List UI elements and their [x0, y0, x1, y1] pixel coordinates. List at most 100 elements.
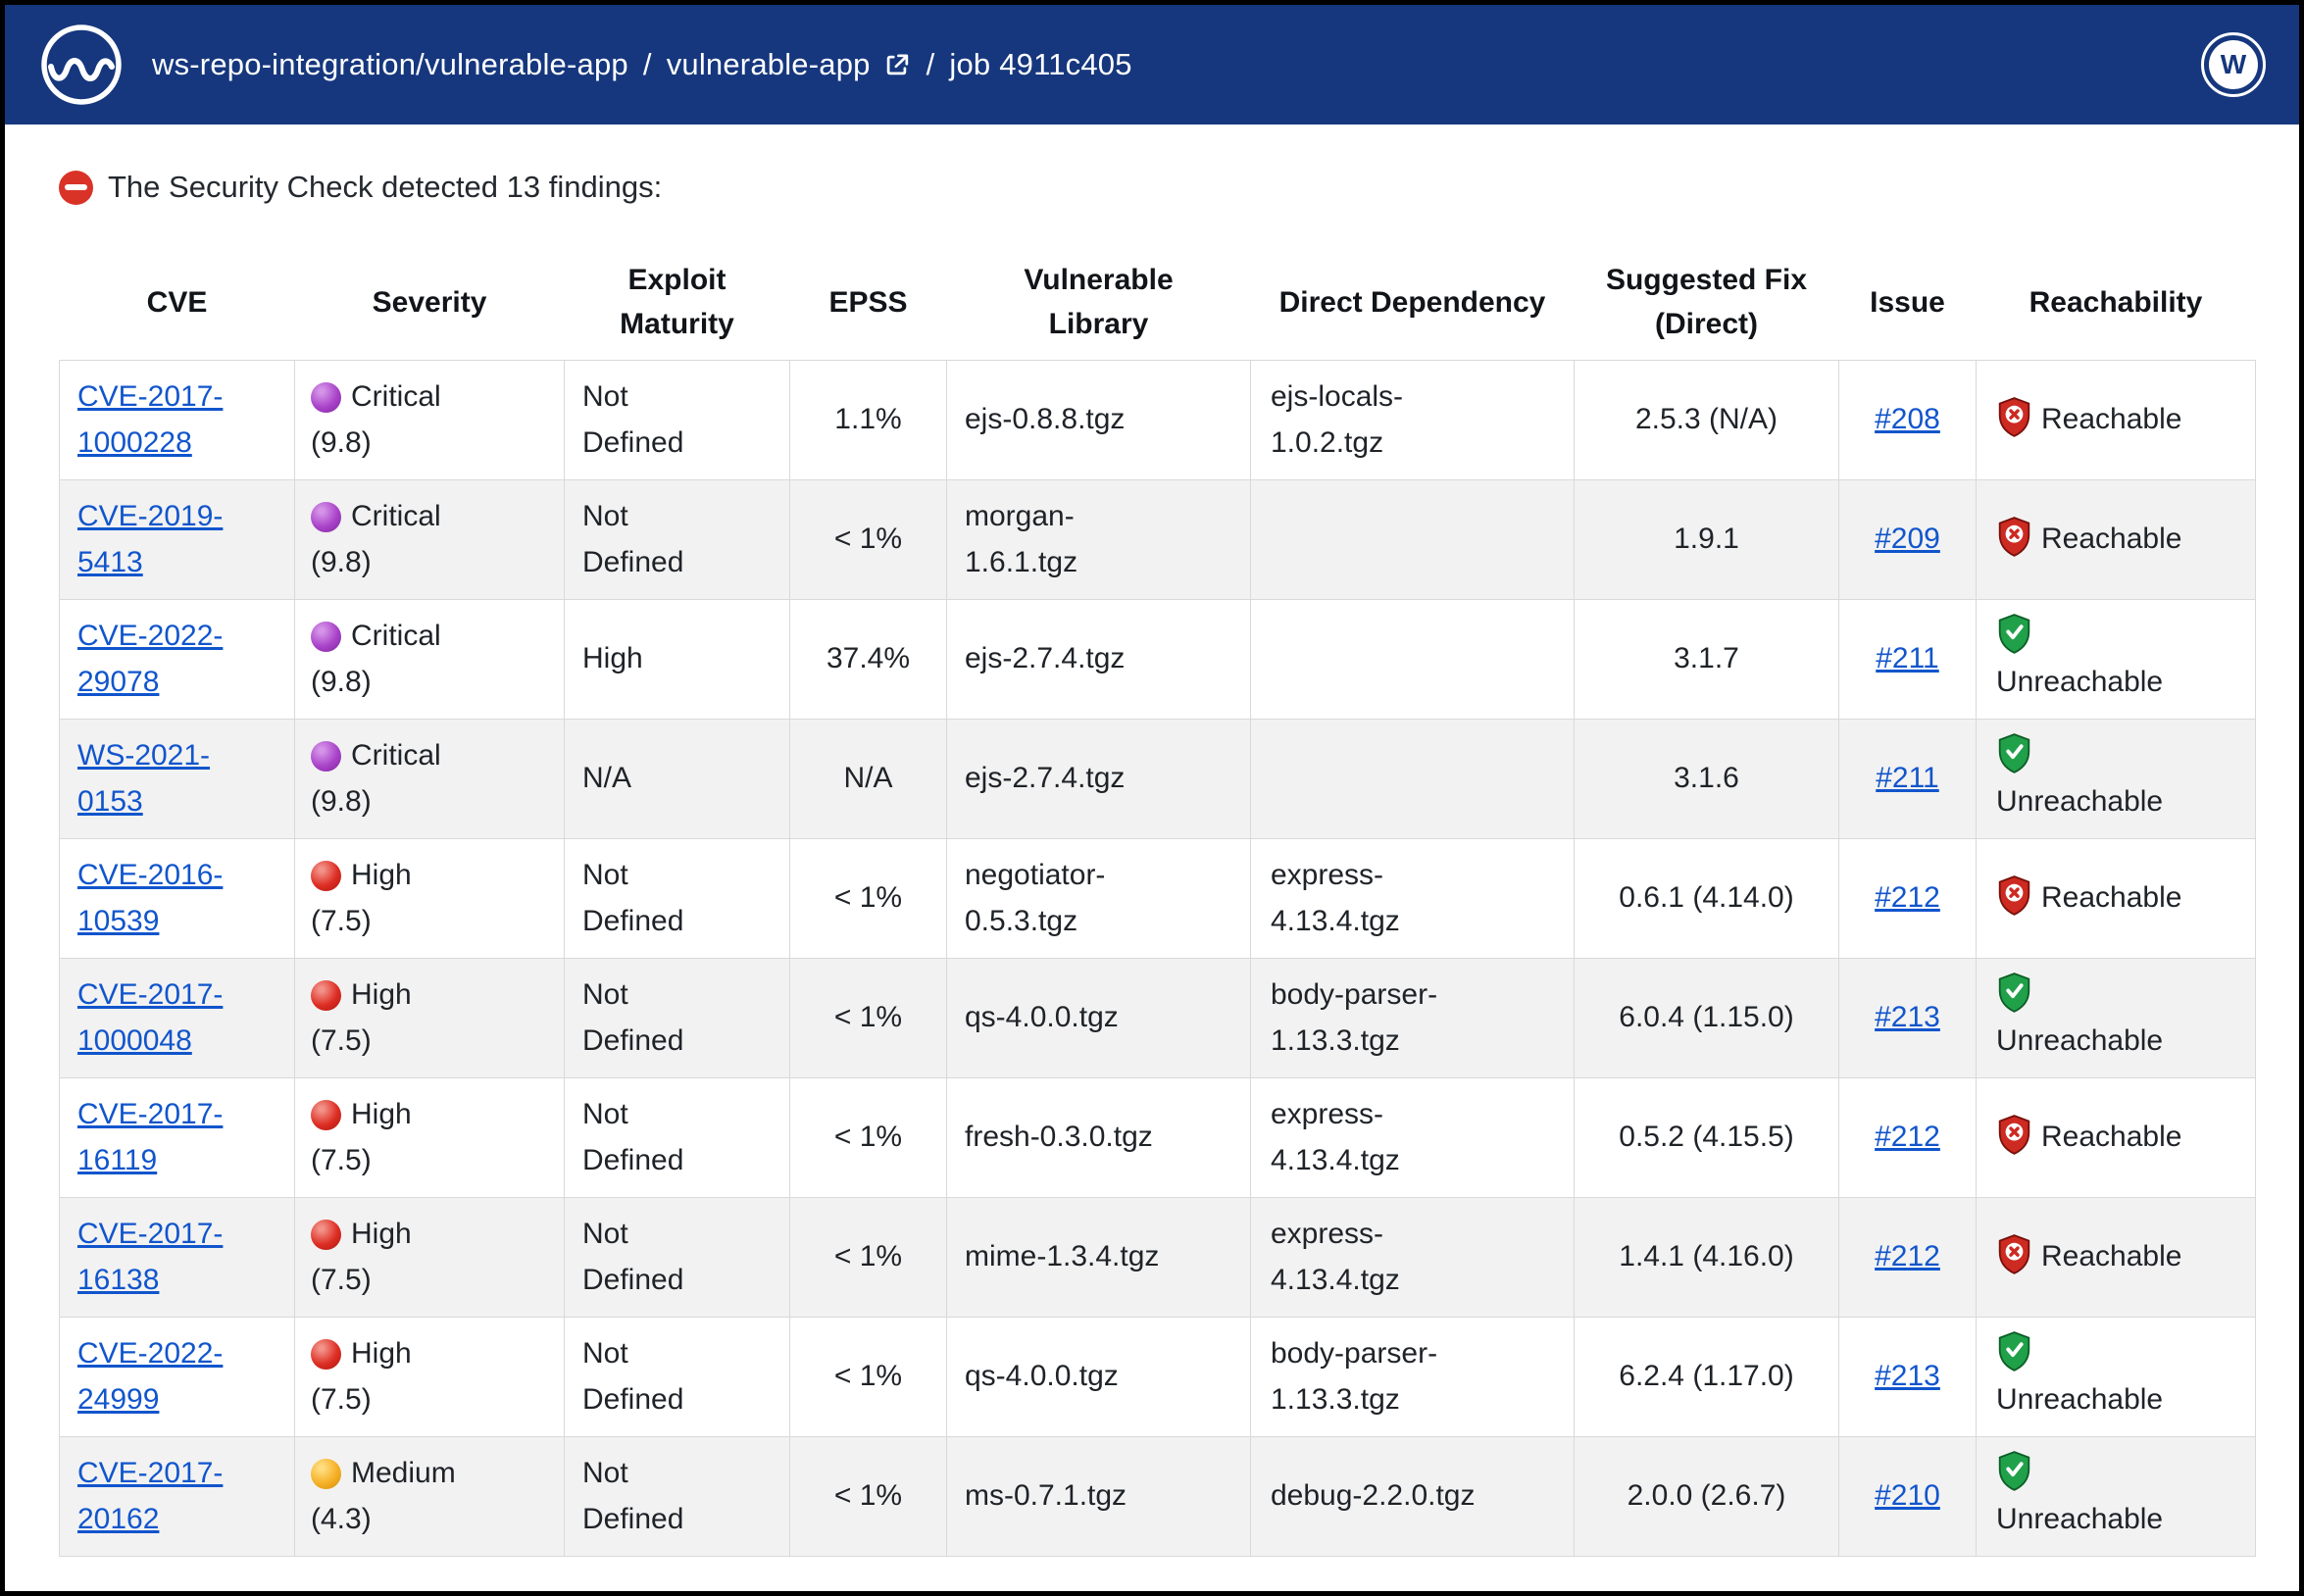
reachability-label: Reachable: [2041, 403, 2181, 435]
severity-label: High: [351, 1212, 412, 1258]
reachability-label: Reachable: [2041, 1121, 2181, 1153]
direct-dependency-cell: [1251, 480, 1575, 600]
cve-link[interactable]: WS-2021-0153: [77, 739, 210, 818]
issue-link[interactable]: #209: [1875, 523, 1940, 555]
main-content: The Security Check detected 13 findings:…: [5, 170, 2299, 1557]
cve-cell: CVE-2017-16138: [60, 1198, 295, 1318]
cve-link[interactable]: CVE-2017-20162: [77, 1457, 223, 1535]
cve-link[interactable]: CVE-2022-29078: [77, 620, 223, 698]
epss-cell: < 1%: [790, 1437, 947, 1557]
issue-link[interactable]: #208: [1875, 403, 1940, 435]
unreachable-shield-icon: [1996, 1451, 2032, 1491]
vulnerable-library-cell: ms-0.7.1.tgz: [947, 1437, 1251, 1557]
column-header: Vulnerable Library: [947, 244, 1251, 361]
epss-cell: 37.4%: [790, 600, 947, 720]
issue-link[interactable]: #212: [1875, 881, 1940, 914]
severity-cell: Critical(9.8): [295, 361, 565, 480]
reachability-label: Reachable: [2041, 881, 2181, 914]
issue-link[interactable]: #213: [1875, 1360, 1940, 1392]
severity-dot-icon: [311, 741, 341, 772]
finding-row: CVE-2019-5413Critical(9.8)Not Defined< 1…: [60, 480, 2256, 600]
mend-logo-icon[interactable]: [38, 22, 125, 108]
severity-score: (7.5): [311, 899, 554, 945]
severity-label: High: [351, 1092, 412, 1138]
issue-link[interactable]: #210: [1875, 1479, 1940, 1512]
direct-dependency-cell: express-4.13.4.tgz: [1251, 839, 1575, 959]
exploit-maturity-cell: Not Defined: [565, 1437, 790, 1557]
cve-link[interactable]: CVE-2017-1000048: [77, 978, 223, 1057]
suggested-fix-cell: 6.2.4 (1.17.0): [1575, 1318, 1839, 1437]
reachable-shield-icon: [1996, 1115, 2032, 1155]
cve-link[interactable]: CVE-2022-24999: [77, 1337, 223, 1416]
issue-cell: #212: [1839, 839, 1977, 959]
cve-link[interactable]: CVE-2016-10539: [77, 859, 223, 937]
breadcrumb-job: job 4911c405: [949, 47, 1131, 82]
unreachable-shield-icon: [1996, 614, 2032, 654]
reachability-cell: Reachable: [1977, 361, 2256, 480]
suggested-fix-cell: 1.4.1 (4.16.0): [1575, 1198, 1839, 1318]
reachable-shield-icon: [1996, 397, 2032, 437]
exploit-maturity-cell: Not Defined: [565, 1078, 790, 1198]
cve-cell: CVE-2022-24999: [60, 1318, 295, 1437]
column-header: CVE: [60, 244, 295, 361]
severity-dot-icon: [311, 502, 341, 532]
issue-link[interactable]: #213: [1875, 1001, 1940, 1033]
issue-cell: #210: [1839, 1437, 1977, 1557]
cve-link[interactable]: CVE-2017-1000228: [77, 380, 223, 459]
finding-row: CVE-2022-29078Critical(9.8)High37.4%ejs-…: [60, 600, 2256, 720]
breadcrumb-repo-link[interactable]: ws-repo-integration/vulnerable-app: [152, 47, 628, 82]
epss-cell: < 1%: [790, 1318, 947, 1437]
exploit-maturity-cell: Not Defined: [565, 959, 790, 1078]
severity-cell: High(7.5): [295, 959, 565, 1078]
epss-cell: < 1%: [790, 1078, 947, 1198]
epss-cell: < 1%: [790, 480, 947, 600]
severity-dot-icon: [311, 980, 341, 1011]
breadcrumb-separator: /: [643, 47, 652, 82]
severity-score: (4.3): [311, 1497, 554, 1543]
issue-cell: #211: [1839, 600, 1977, 720]
finding-row: CVE-2016-10539High(7.5)Not Defined< 1%ne…: [60, 839, 2256, 959]
finding-row: CVE-2017-20162 Medium(4.3)Not Defined< 1%…: [60, 1437, 2256, 1557]
reachability-cell: Unreachable: [1977, 600, 2256, 720]
reachable-shield-icon: [1996, 875, 2032, 916]
column-header: Direct Dependency: [1251, 244, 1575, 361]
finding-row: CVE-2017-1000228Critical(9.8)Not Defined…: [60, 361, 2256, 480]
severity-score: (7.5): [311, 1019, 554, 1065]
severity-cell: Critical(9.8): [295, 600, 565, 720]
severity-label: High: [351, 853, 412, 899]
issue-cell: #212: [1839, 1078, 1977, 1198]
direct-dependency-cell: express-4.13.4.tgz: [1251, 1078, 1575, 1198]
cve-cell: CVE-2016-10539: [60, 839, 295, 959]
vulnerable-library-cell: qs-4.0.0.tgz: [947, 1318, 1251, 1437]
severity-dot-icon: [311, 861, 341, 891]
severity-cell: High(7.5): [295, 839, 565, 959]
user-avatar[interactable]: W: [2201, 32, 2266, 97]
reachability-cell: Unreachable: [1977, 1437, 2256, 1557]
cve-link[interactable]: CVE-2017-16119: [77, 1098, 223, 1176]
epss-cell: 1.1%: [790, 361, 947, 480]
cve-cell: CVE-2017-20162: [60, 1437, 295, 1557]
issue-link[interactable]: #212: [1875, 1121, 1940, 1153]
vulnerable-library-cell: fresh-0.3.0.tgz: [947, 1078, 1251, 1198]
external-link-icon[interactable]: [881, 50, 912, 80]
cve-link[interactable]: CVE-2019-5413: [77, 500, 223, 578]
severity-dot-icon: [311, 622, 341, 652]
reachability-label: Reachable: [2041, 1240, 2181, 1272]
cve-link[interactable]: CVE-2017-16138: [77, 1218, 223, 1296]
direct-dependency-cell: [1251, 720, 1575, 839]
findings-table: CVESeverityExploit MaturityEPSSVulnerabl…: [59, 244, 2256, 1557]
issue-cell: #209: [1839, 480, 1977, 600]
severity-cell: Critical(9.8): [295, 480, 565, 600]
security-check-alert: The Security Check detected 13 findings:: [59, 170, 2245, 205]
breadcrumb-app-link[interactable]: vulnerable-app: [667, 47, 871, 82]
reachable-shield-icon: [1996, 517, 2032, 557]
severity-label: Medium: [351, 1451, 456, 1497]
issue-link[interactable]: #212: [1875, 1240, 1940, 1272]
reachability-label: Reachable: [2041, 523, 2181, 555]
suggested-fix-cell: 2.0.0 (2.6.7): [1575, 1437, 1839, 1557]
cve-cell: CVE-2017-1000048: [60, 959, 295, 1078]
issue-link[interactable]: #211: [1876, 762, 1939, 794]
issue-link[interactable]: #211: [1876, 642, 1939, 674]
direct-dependency-cell: body-parser-1.13.3.tgz: [1251, 959, 1575, 1078]
column-header: Exploit Maturity: [565, 244, 790, 361]
